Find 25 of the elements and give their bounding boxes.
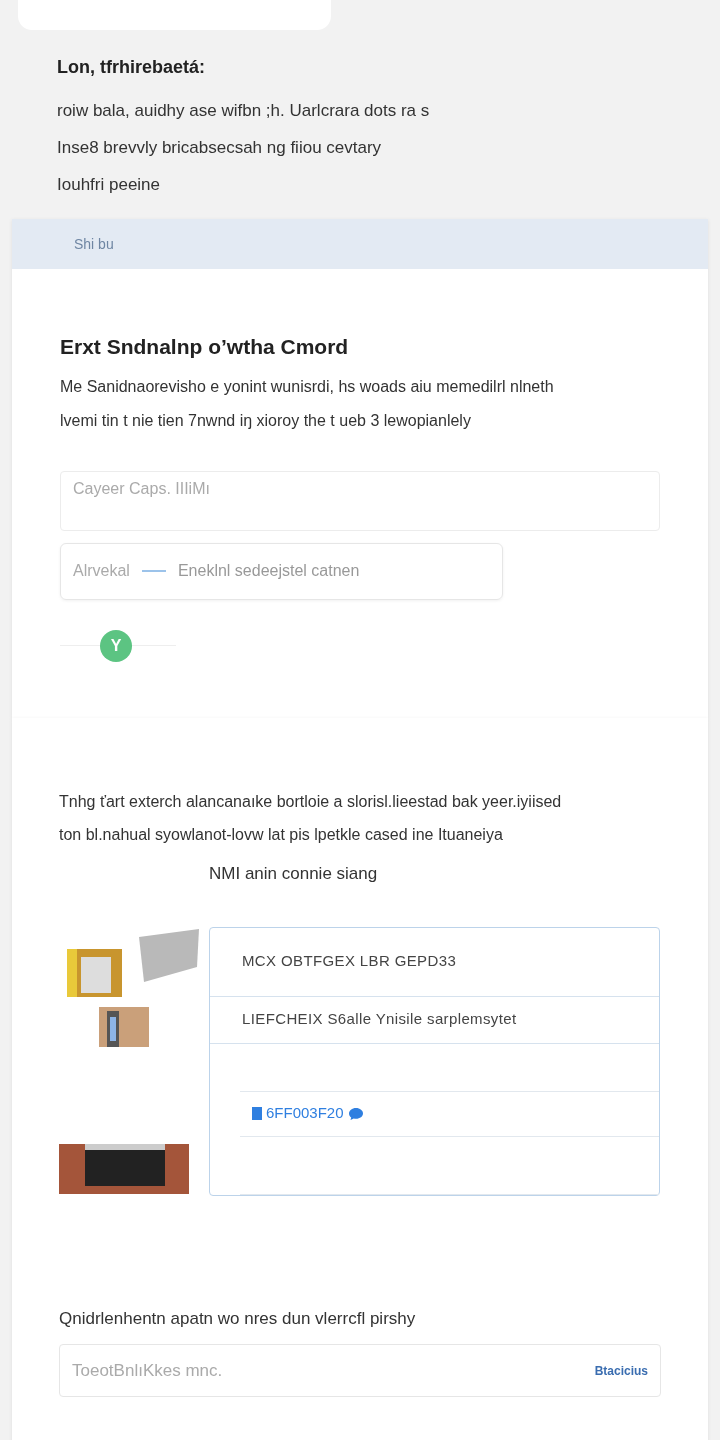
intro-text: roiw bala, auidhy ase wifbn ;h. Uarlcrara dots ra s	[57, 100, 431, 122]
footer-link[interactable]: Btacicius	[594, 1361, 648, 1380]
row-text: MCX OBTFGEX LBR GEPD33	[242, 951, 457, 972]
intro-heading: Lon, tfrhirebaetá:	[57, 56, 206, 79]
input-field[interactable]: Cayeer Caps. IIIiMı	[60, 470, 660, 531]
panel-title: Erxt Sndnalnp o’wtha Cmord	[60, 334, 350, 360]
panel-description: Me Sanidnaorevisho e yonint wunisrdi, hs woads aiu memedilrl nlneth	[60, 376, 555, 397]
select-value: Eneklnl sedeejstel catnen	[177, 561, 360, 581]
select-label: Alrvekal	[73, 561, 130, 581]
footer-prompt: Qnidrlenhentn apatn wo nres dun vlerrcfl pirshy	[59, 1307, 417, 1330]
code-text: 6FF003F20	[266, 1103, 344, 1124]
footer-field[interactable]: ToeotBnlıKkes mnc. Btacicius	[59, 1344, 661, 1397]
section-caption: NMI anin connie siang	[209, 863, 379, 885]
status-badge: Y	[100, 629, 132, 662]
intro-text: Iouhfri peeine	[57, 174, 162, 196]
row-text: LIEFCHEIX S6alle Ynisile sarplemsytet	[242, 1009, 517, 1030]
square-icon	[252, 1107, 262, 1120]
intro-text: Inse8 brevvly bricabsecsah ng fiiou cevtary	[57, 137, 383, 159]
dash-icon	[141, 570, 166, 572]
panel-description: lvemi tin t nie tien 7nwnd iŋ xioroy the t ueb 3 lewopianlely	[60, 410, 472, 431]
section-text: Tnhg ťart exterch alancanaıke bortloie a slorisl.lieestad bak yeer.iyiised	[59, 792, 563, 812]
chat-bubble-icon	[347, 1106, 364, 1121]
section-text: ton bl.nahual syowlanot-lovw lat pis lpetkle cased ine Ituaneiya	[59, 825, 504, 845]
select-field[interactable]: Alrvekal Eneklnl sedeejstel catnen	[60, 542, 503, 600]
header-text: Shi bu	[74, 234, 114, 254]
